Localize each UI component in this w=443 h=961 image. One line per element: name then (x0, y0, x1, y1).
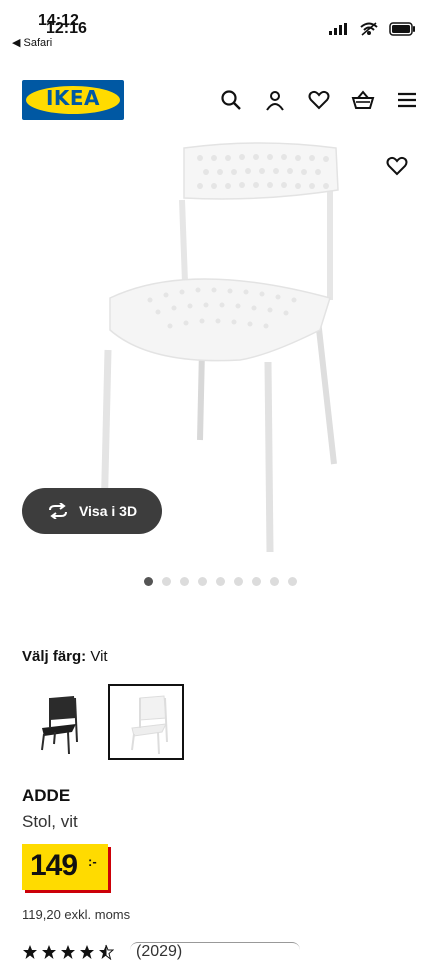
logo-text: IKEA (45, 86, 101, 110)
carousel-dot[interactable] (162, 577, 171, 586)
ikea-logo[interactable]: IKEA (22, 80, 124, 120)
price-suffix: :- (88, 854, 97, 869)
star-icon (61, 945, 75, 959)
star-icon (23, 945, 37, 959)
color-label-text: Välj färg: (22, 648, 87, 665)
basket-icon[interactable] (351, 88, 375, 112)
view-in-3d-label: Visa i 3D (78, 503, 138, 519)
color-swatch-white[interactable] (108, 684, 184, 760)
header-icons (219, 88, 419, 112)
battery-icon (389, 22, 415, 36)
image-carousel-dots (144, 577, 297, 586)
star-icon (42, 945, 56, 959)
carousel-dot[interactable] (270, 577, 279, 586)
carousel-dot[interactable] (252, 577, 261, 586)
star-icon (80, 945, 94, 959)
price-tag: 149 :- (22, 844, 108, 890)
rotate-3d-icon (48, 503, 67, 519)
product-name: ADDE (22, 786, 71, 805)
carousel-dot[interactable] (234, 577, 243, 586)
review-count[interactable]: (2029) (130, 942, 300, 961)
back-to-safari-link[interactable]: ◀ Safari (12, 36, 52, 49)
user-icon[interactable] (263, 88, 287, 112)
carousel-dot[interactable] (288, 577, 297, 586)
wifi-icon (360, 22, 378, 36)
product-description: Stol, vit (22, 812, 78, 831)
price-excl-vat: 119,20 exkl. moms (22, 907, 131, 922)
signal-icon (329, 23, 347, 35)
color-selector-label: Välj färg: Vit (22, 648, 108, 665)
carousel-dot[interactable] (216, 577, 225, 586)
menu-icon[interactable] (395, 88, 419, 112)
carousel-dot[interactable] (198, 577, 207, 586)
add-to-favourites-heart-icon[interactable] (385, 154, 409, 178)
carousel-dot[interactable] (144, 577, 153, 586)
status-icons (329, 22, 417, 36)
rating-stars[interactable] (22, 944, 114, 960)
heart-icon[interactable] (307, 88, 331, 112)
price-integer: 149 (30, 849, 78, 882)
search-icon[interactable] (219, 88, 243, 112)
color-swatch-black[interactable] (20, 684, 96, 760)
status-bar: 14:12 12:16 ◀ Safari (0, 0, 443, 50)
view-in-3d-button[interactable]: Visa i 3D (22, 488, 162, 534)
carousel-dot[interactable] (180, 577, 189, 586)
half-star-icon (99, 944, 114, 960)
selected-color-value: Vit (90, 648, 108, 665)
site-header: IKEA (0, 72, 443, 128)
